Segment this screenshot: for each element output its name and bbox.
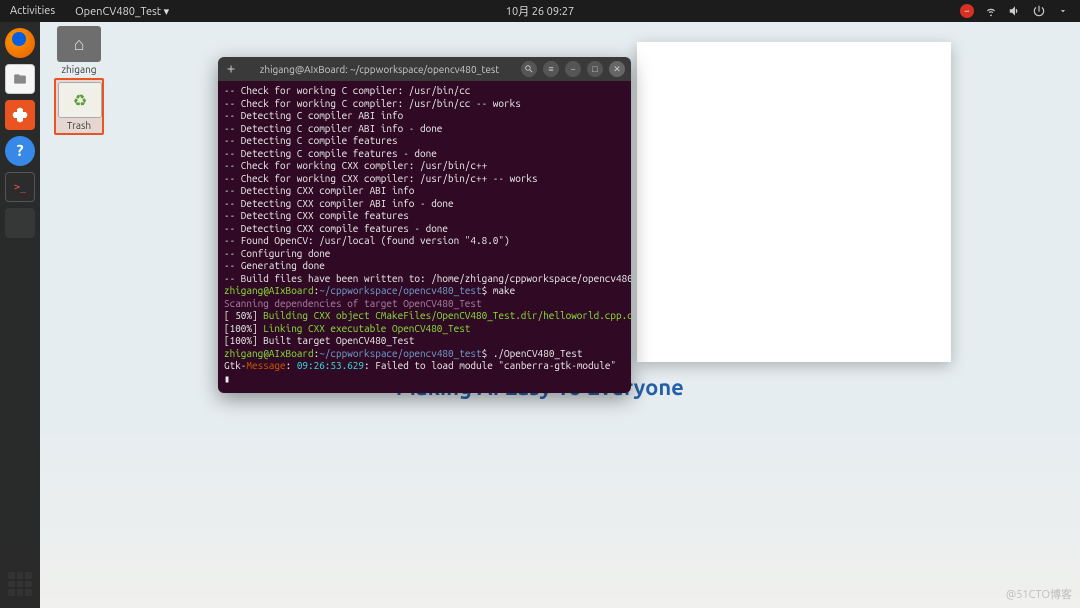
new-tab-icon[interactable] xyxy=(224,62,238,76)
show-applications-button[interactable] xyxy=(8,572,32,596)
terminal-line: -- Detecting C compiler ABI info xyxy=(224,110,625,123)
terminal-line: [ 50%] Building CXX object CMakeFiles/Op… xyxy=(224,310,625,323)
terminal-line: [100%] Built target OpenCV480_Test xyxy=(224,335,625,348)
terminal-line: Scanning dependencies of target OpenCV48… xyxy=(224,298,625,311)
terminal-line: -- Check for working C compiler: /usr/bi… xyxy=(224,85,625,98)
network-icon[interactable] xyxy=(984,4,998,18)
desktop-trash-label: Trash xyxy=(58,120,100,131)
terminal-title: zhigang@AIxBoard: ~/cppworkspace/opencv4… xyxy=(244,64,515,75)
terminal-body[interactable]: -- Check for working C compiler: /usr/bi… xyxy=(218,81,631,393)
terminal-line: -- Check for working CXX compiler: /usr/… xyxy=(224,173,625,186)
power-icon[interactable] xyxy=(1032,4,1046,18)
terminal-line: -- Check for working CXX compiler: /usr/… xyxy=(224,160,625,173)
terminal-window: zhigang@AIxBoard: ~/cppworkspace/opencv4… xyxy=(218,57,631,393)
top-panel: Activities OpenCV480_Test ▾ 10月 26 09:27… xyxy=(0,0,1080,22)
app-menu-button[interactable]: OpenCV480_Test ▾ xyxy=(65,5,179,18)
desktop-trash-icon[interactable]: Trash xyxy=(54,78,104,135)
terminal-line: -- Detecting CXX compiler ABI info - don… xyxy=(224,198,625,211)
desktop-home-label: zhigang xyxy=(54,64,104,75)
terminal-line: -- Check for working C compiler: /usr/bi… xyxy=(224,98,625,111)
terminal-line: Gtk-Message: 09:26:53.629: Failed to loa… xyxy=(224,360,625,373)
dock-help[interactable]: ? xyxy=(5,136,35,166)
home-icon: ⌂ xyxy=(74,34,85,55)
terminal-line: -- Build files have been written to: /ho… xyxy=(224,273,625,286)
terminal-line: -- Detecting C compiler ABI info - done xyxy=(224,123,625,136)
terminal-line: -- Found OpenCV: /usr/local (found versi… xyxy=(224,235,625,248)
clock[interactable]: 10月 26 09:27 xyxy=(506,3,574,19)
terminal-line: -- Detecting CXX compile features xyxy=(224,210,625,223)
dock-terminal[interactable]: >_ xyxy=(5,172,35,202)
watermark: @51CTO博客 xyxy=(1006,586,1072,602)
terminal-line: -- Generating done xyxy=(224,260,625,273)
notification-icon[interactable]: − xyxy=(960,4,974,18)
minimize-button[interactable]: − xyxy=(565,61,581,77)
search-icon[interactable] xyxy=(521,61,537,77)
dock: ? >_ xyxy=(0,22,40,608)
terminal-line: zhigang@AIxBoard:~/cppworkspace/opencv48… xyxy=(224,348,625,361)
chevron-down-icon[interactable] xyxy=(1056,4,1070,18)
close-button[interactable]: ✕ xyxy=(609,61,625,77)
app-menu-label: OpenCV480_Test ▾ xyxy=(75,5,169,18)
desktop-home-icon[interactable]: ⌂ zhigang xyxy=(54,26,104,75)
menu-icon[interactable]: ≡ xyxy=(543,61,559,77)
terminal-line: -- Detecting CXX compile features - done xyxy=(224,223,625,236)
terminal-line: -- Detecting CXX compiler ABI info xyxy=(224,185,625,198)
terminal-line: ▮ xyxy=(224,373,625,386)
terminal-line: -- Detecting C compile features xyxy=(224,135,625,148)
image-preview-window[interactable] xyxy=(637,42,951,362)
system-tray: − xyxy=(960,4,1080,18)
terminal-line: -- Configuring done xyxy=(224,248,625,261)
volume-icon[interactable] xyxy=(1008,4,1022,18)
terminal-line: -- Detecting C compile features - done xyxy=(224,148,625,161)
dock-firefox[interactable] xyxy=(5,28,35,58)
trash-icon xyxy=(58,82,102,118)
terminal-line: [100%] Linking CXX executable OpenCV480_… xyxy=(224,323,625,336)
dock-software[interactable] xyxy=(5,100,35,130)
maximize-button[interactable]: □ xyxy=(587,61,603,77)
terminal-line: zhigang@AIxBoard:~/cppworkspace/opencv48… xyxy=(224,285,625,298)
activities-button[interactable]: Activities xyxy=(0,5,65,17)
dock-files[interactable] xyxy=(5,64,35,94)
dock-running-app[interactable] xyxy=(5,208,35,238)
terminal-titlebar[interactable]: zhigang@AIxBoard: ~/cppworkspace/opencv4… xyxy=(218,57,631,81)
